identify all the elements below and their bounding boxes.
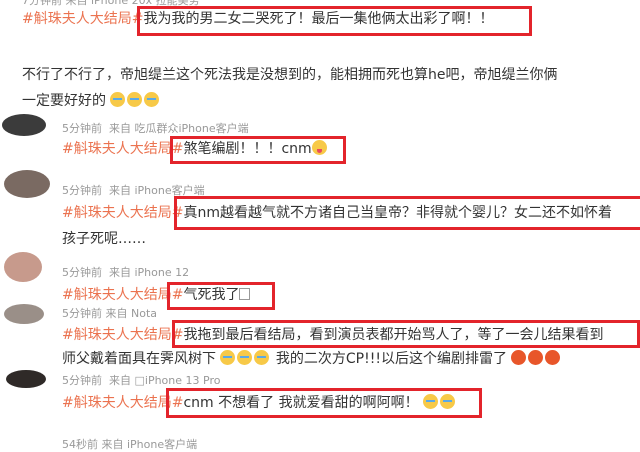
comment-meta: 5分钟前 来自 吃瓜群众iPhone客户端 xyxy=(62,120,249,136)
avatar[interactable] xyxy=(4,170,50,198)
angry-face-icon xyxy=(545,350,561,365)
avatar[interactable] xyxy=(2,114,46,136)
crying-face-icon xyxy=(254,350,270,365)
angry-face-icon xyxy=(528,350,544,365)
comment-text-line2: 孩子死呢…… xyxy=(62,231,146,247)
comment-meta: 5分钟前 来自 iPhone 12 xyxy=(62,264,189,280)
comment-meta: 5分钟前 来自 □iPhone 13 Pro xyxy=(62,372,220,388)
avatar[interactable] xyxy=(4,252,42,282)
highlight-box xyxy=(137,6,532,36)
comment-content: 我的二次方CP!!!以后这个编剧排雷了 xyxy=(275,351,507,367)
timestamp: 5分钟前 xyxy=(62,374,102,387)
source: 来自 吃瓜群众iPhone客户端 xyxy=(109,122,249,135)
angry-face-icon xyxy=(511,350,527,365)
comment-content: 师父戴着面具在霁风树下 xyxy=(62,351,216,367)
topic-link[interactable]: #斛珠夫人大结局# xyxy=(62,327,183,343)
post-line-2: 不行了不行了，帝旭缇兰这个死法我是没想到的，能相拥而死也算he吧，帝旭缇兰你俩 xyxy=(22,67,558,83)
topic-link[interactable]: #斛珠夫人大结局# xyxy=(62,205,183,221)
comment-meta-partial: 5分钟前 来自 Nota xyxy=(62,307,158,320)
topic-link[interactable]: #斛珠夫人大结局# xyxy=(22,11,143,27)
highlight-box xyxy=(166,388,482,418)
avatar[interactable] xyxy=(4,304,44,324)
highlight-box xyxy=(172,320,640,348)
timestamp: 5分钟前 xyxy=(62,122,102,135)
crying-face-icon xyxy=(110,92,126,107)
crying-face-icon xyxy=(144,92,160,107)
comment-text-line2: 师父戴着面具在霁风树下 我的二次方CP!!!以后这个编剧排雷了 xyxy=(62,346,562,372)
topic-link[interactable]: #斛珠夫人大结局# xyxy=(62,141,183,157)
partial-footer-meta: 54秒前 来自 iPhone客户端 xyxy=(62,438,198,451)
source: 来自 □iPhone 13 Pro xyxy=(109,374,221,387)
crying-face-icon xyxy=(237,350,253,365)
crying-face-icon xyxy=(127,92,143,107)
highlight-box xyxy=(170,136,346,164)
avatar[interactable] xyxy=(6,370,46,388)
timestamp: 5分钟前 xyxy=(62,184,102,197)
timestamp: 5分钟前 xyxy=(62,266,102,279)
topic-link[interactable]: #斛珠夫人大结局# xyxy=(62,287,183,303)
highlight-box xyxy=(174,196,640,230)
source: 来自 iPhone 12 xyxy=(109,266,190,279)
highlight-box xyxy=(167,282,275,310)
crying-face-icon xyxy=(220,350,236,365)
post-text: 一定要好好的 xyxy=(22,93,106,109)
post-line-3: 一定要好好的 xyxy=(22,88,161,114)
